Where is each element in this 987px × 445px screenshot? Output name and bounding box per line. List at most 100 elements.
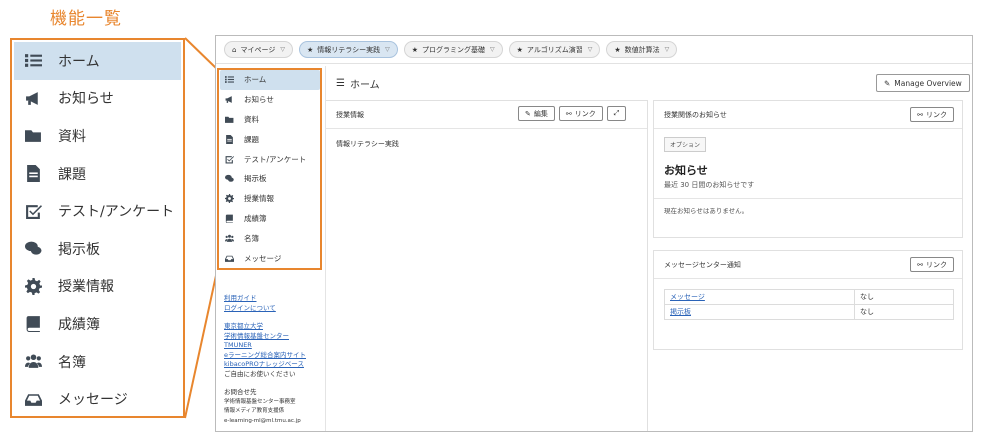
sidebar-item-course-info[interactable]: 授業情報 xyxy=(220,189,320,209)
sidebar-item-label: 成績簿 xyxy=(244,213,267,223)
crumb-label: 情報リテラシー実践 xyxy=(317,45,381,54)
big-menu-item-course-info[interactable]: 授業情報 xyxy=(14,268,181,306)
star-icon: ★ xyxy=(306,45,314,54)
sidebar-item-announcements[interactable]: お知らせ xyxy=(220,90,320,110)
course-info-panel: 授業情報 情報リテラシー実践 xyxy=(326,100,648,431)
big-menu-item-label: 授業情報 xyxy=(58,279,114,296)
messages-count: なし xyxy=(854,289,954,305)
options-tab[interactable]: オプション xyxy=(664,137,707,152)
star-icon: ★ xyxy=(411,45,419,54)
folder-icon xyxy=(225,114,236,125)
crumb-mypage[interactable]: ⌂ マイページ ▽ xyxy=(224,41,293,58)
link-icon: ⚯ xyxy=(565,109,572,118)
chevron-down-icon[interactable]: ▽ xyxy=(385,46,390,53)
link-kibaco-kb[interactable]: kibacoPROナレッジベース xyxy=(224,360,324,370)
sidebar-item-assignments[interactable]: 課題 xyxy=(220,129,320,149)
list-icon xyxy=(22,50,44,72)
list-icon xyxy=(225,74,236,85)
table-row: 掲示板 なし xyxy=(664,304,954,320)
crumb-label: 数値計算法 xyxy=(624,45,660,54)
message-center-link-button[interactable]: ⚯ リンク xyxy=(910,257,954,272)
crumb-course[interactable]: ★ アルゴリズム演習 ▽ xyxy=(508,41,601,58)
sidebar-menu: ホーム お知らせ 資料 課題 テスト/アンケート 掲示板 授業情報 成績簿 名簿… xyxy=(220,70,320,268)
message-center-panel: メッセージセンター通知 ⚯ リンク メッセージ なし 掲示板 なし xyxy=(653,250,963,350)
link-icon: ⚯ xyxy=(917,260,923,269)
gear-icon xyxy=(225,193,236,204)
chevron-down-icon[interactable]: ▽ xyxy=(588,46,593,53)
expand-button[interactable]: ⤢ xyxy=(606,106,627,121)
checkbox-icon xyxy=(22,200,44,222)
chevron-down-icon[interactable]: ▽ xyxy=(490,46,495,53)
file-icon xyxy=(22,163,44,185)
link-login-info[interactable]: ログインについて xyxy=(224,304,324,314)
list-icon: ☰ xyxy=(336,78,345,89)
sidebar-item-home[interactable]: ホーム xyxy=(220,70,320,90)
chevron-down-icon[interactable]: ▽ xyxy=(280,46,285,53)
megaphone-icon xyxy=(22,87,44,109)
message-center-title: メッセージセンター通知 xyxy=(664,260,741,269)
big-menu-item-announcements[interactable]: お知らせ xyxy=(14,80,181,118)
sidebar-item-gradebook[interactable]: 成績簿 xyxy=(220,209,320,229)
sidebar-item-label: 名簿 xyxy=(244,233,259,243)
link-info-center[interactable]: 学術情報基盤センター xyxy=(224,332,324,342)
crumb-course-active[interactable]: ★ 情報リテラシー実践 ▽ xyxy=(298,41,398,58)
inbox-icon xyxy=(22,388,44,410)
big-menu-item-roster[interactable]: 名簿 xyxy=(14,343,181,381)
announcements-link-button[interactable]: ⚯ リンク xyxy=(910,107,954,122)
manage-overview-button[interactable]: ✎ Manage Overview xyxy=(876,74,970,92)
sidebar-item-label: 課題 xyxy=(244,134,259,144)
crumb-course[interactable]: ★ 数値計算法 ▽ xyxy=(606,41,678,58)
big-menu-item-gradebook[interactable]: 成績簿 xyxy=(14,305,181,343)
callout-title: 機能一覧 xyxy=(50,9,122,29)
sidebar: ホーム お知らせ 資料 課題 テスト/アンケート 掲示板 授業情報 成績簿 名簿… xyxy=(216,66,326,431)
pencil-icon: ✎ xyxy=(884,78,891,88)
sidebar-item-label: お知らせ xyxy=(244,95,274,105)
link-icon: ⚯ xyxy=(917,110,923,119)
big-menu-item-home[interactable]: ホーム xyxy=(14,42,181,80)
sidebar-item-messages[interactable]: メッセージ xyxy=(220,248,320,268)
link-elearning-guide[interactable]: eラーニング総合案内サイト xyxy=(224,351,324,361)
big-menu-item-messages[interactable]: メッセージ xyxy=(14,380,181,418)
link-label: リンク xyxy=(574,109,596,118)
course-info-body: 情報リテラシー実践 xyxy=(336,140,399,148)
edit-label: 編集 xyxy=(533,109,548,118)
star-icon: ★ xyxy=(614,45,621,54)
sidebar-item-label: 資料 xyxy=(244,114,259,124)
big-menu-item-label: 名簿 xyxy=(58,354,86,371)
announcements-title: 授業関係のお知らせ xyxy=(664,110,727,119)
big-menu-item-tests[interactable]: テスト/アンケート xyxy=(14,192,181,230)
crumb-label: アルゴリズム演習 xyxy=(526,45,583,54)
big-menu-item-resources[interactable]: 資料 xyxy=(14,117,181,155)
crumb-course[interactable]: ★ プログラミング基礎 ▽ xyxy=(403,41,503,58)
big-menu-item-assignments[interactable]: 課題 xyxy=(14,155,181,193)
messages-link[interactable]: メッセージ xyxy=(670,293,705,301)
course-tab-bar: ⌂ マイページ ▽ ★ 情報リテラシー実践 ▽ ★ プログラミング基礎 ▽ ★ … xyxy=(216,36,972,64)
users-icon xyxy=(22,351,44,373)
big-menu-item-forums[interactable]: 掲示板 xyxy=(14,230,181,268)
edit-button[interactable]: ✎ 編集 xyxy=(518,106,555,121)
sidebar-item-tests[interactable]: テスト/アンケート xyxy=(220,149,320,169)
sidebar-links: 利用ガイド ログインについて 東京都立大学 学術情報基盤センター TMUNER … xyxy=(224,294,324,426)
checkbox-icon xyxy=(225,154,236,165)
link-user-guide[interactable]: 利用ガイド xyxy=(224,294,324,304)
sidebar-item-label: メッセージ xyxy=(244,253,282,263)
chevron-down-icon[interactable]: ▽ xyxy=(665,46,670,53)
book-icon xyxy=(22,313,44,335)
message-center-table: メッセージ なし 掲示板 なし xyxy=(664,289,954,320)
forums-count: なし xyxy=(854,304,954,320)
sidebar-item-forums[interactable]: 掲示板 xyxy=(220,169,320,189)
big-menu-item-label: メッセージ xyxy=(58,392,128,409)
big-menu-item-label: ホーム xyxy=(58,53,100,70)
sidebar-item-resources[interactable]: 資料 xyxy=(220,110,320,130)
announcements-panel: 授業関係のお知らせ ⚯ リンク オプション お知らせ 最近 30 日間のお知らせ… xyxy=(653,100,963,238)
feature-list-callout: ホーム お知らせ 資料 課題 テスト/アンケート 掲示板 授業情報 成績簿 名簿… xyxy=(10,38,185,418)
megaphone-icon xyxy=(225,94,236,105)
link-university[interactable]: 東京都立大学 xyxy=(224,322,324,332)
big-menu-item-label: 掲示板 xyxy=(58,241,100,258)
link-button[interactable]: ⚯ リンク xyxy=(558,106,603,121)
link-label: リンク xyxy=(926,110,947,119)
course-info-actions: ✎ 編集 ⚯ リンク ⤢ xyxy=(518,106,627,121)
forums-link[interactable]: 掲示板 xyxy=(670,308,691,316)
link-tmuner[interactable]: TMUNER xyxy=(224,341,324,351)
sidebar-item-roster[interactable]: 名簿 xyxy=(220,228,320,248)
